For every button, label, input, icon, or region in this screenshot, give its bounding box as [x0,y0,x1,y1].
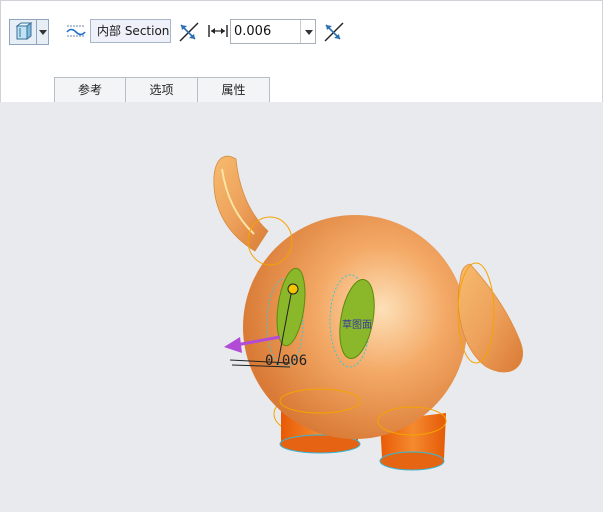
right-arm[interactable] [457,263,523,373]
flip-direction-icon[interactable] [322,20,346,48]
graphics-viewport[interactable]: 0.006 草图面 [0,101,603,508]
tab-properties[interactable]: 属性 [197,77,270,102]
dropdown-divider [300,20,301,43]
solid-mode-button[interactable] [9,19,49,45]
flip-direction-icon[interactable] [177,20,201,48]
chevron-down-icon[interactable] [39,30,47,35]
section-type-field[interactable]: 内部 Section [90,19,171,43]
wave-section-icon [66,23,86,42]
drag-handle[interactable] [287,283,299,295]
direction-arrow-icon[interactable] [224,337,242,353]
dashboard-panel: 内部 Section 0.006 参考 选项 属性 [0,0,603,102]
distance-icon [208,23,228,43]
distance-value-input[interactable] [231,20,303,43]
right-foot-sole [379,451,445,471]
extrude-solid-icon [14,22,34,46]
distance-input[interactable] [230,19,316,44]
plane-label: 草图面 [342,319,372,331]
tab-options[interactable]: 选项 [125,77,198,102]
split-divider [36,20,37,44]
chevron-down-icon[interactable] [305,30,313,35]
tab-references[interactable]: 参考 [54,77,126,102]
dimension-readout[interactable]: 0.006 [265,353,307,369]
model-canvas[interactable]: 0.006 草图面 [0,101,603,508]
